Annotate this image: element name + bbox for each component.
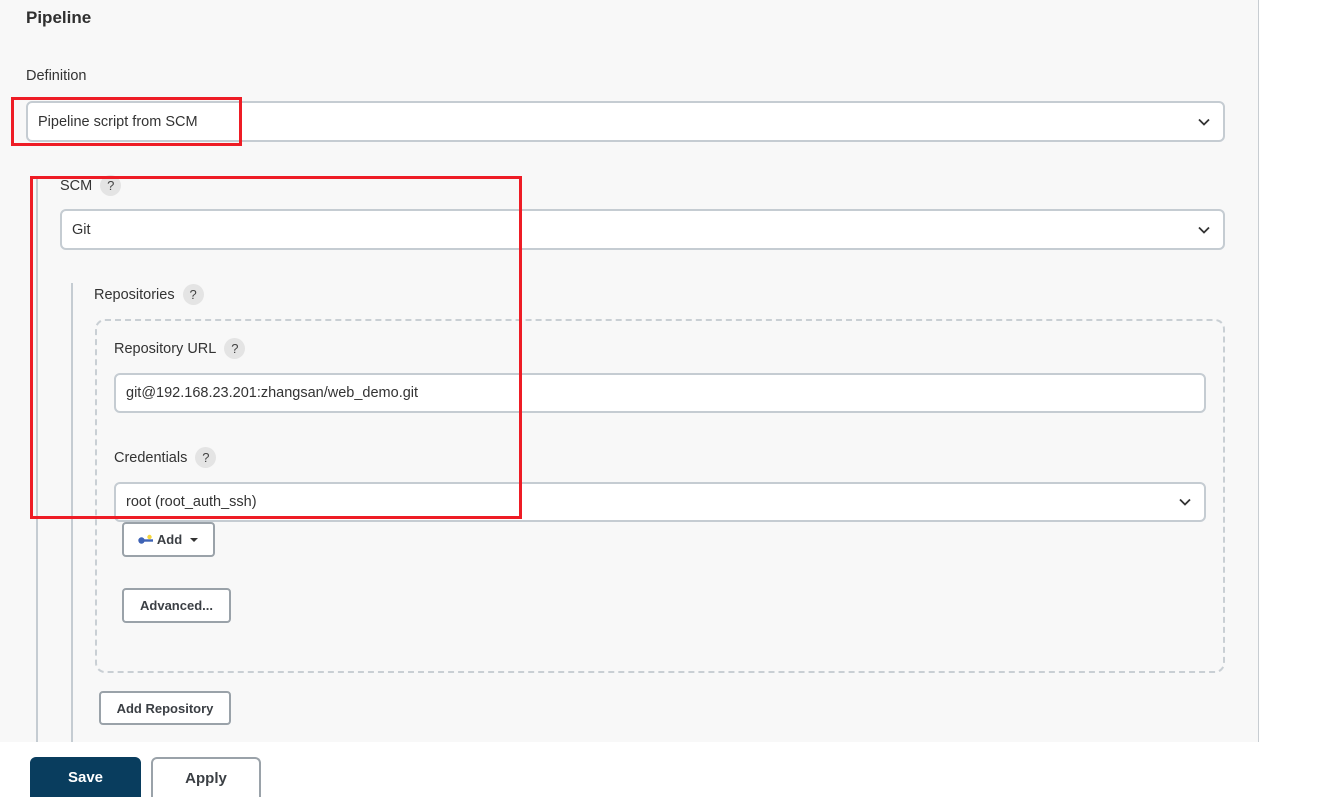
advanced-label: Advanced...	[140, 598, 213, 613]
chevron-down-icon	[1198, 118, 1210, 126]
definition-selected-value: Pipeline script from SCM	[38, 113, 198, 130]
chevron-down-icon	[1179, 498, 1191, 506]
apply-label: Apply	[185, 769, 227, 787]
repository-url-input[interactable]: git@192.168.23.201:zhangsan/web_demo.git	[114, 373, 1206, 413]
scm-help-icon[interactable]: ?	[100, 175, 122, 196]
repository-url-help-icon[interactable]: ?	[224, 338, 246, 359]
key-icon	[138, 534, 153, 544]
repository-url-value: git@192.168.23.201:zhangsan/web_demo.git	[126, 385, 419, 401]
repositories-label: Repositories ?	[94, 284, 204, 305]
advanced-button[interactable]: Advanced...	[122, 588, 231, 623]
add-credentials-button[interactable]: Add	[122, 522, 215, 557]
credentials-label-text: Credentials	[114, 449, 188, 466]
scm-selected-value: Git	[72, 221, 91, 238]
credentials-label: Credentials ?	[114, 447, 217, 468]
save-label: Save	[67, 768, 104, 786]
repository-url-label: Repository URL ?	[114, 338, 246, 359]
scm-label: SCM ?	[60, 175, 122, 196]
pipeline-config-panel: Pipeline Definition Pipeline script from…	[0, 0, 1259, 742]
credentials-selected-value: root (root_auth_ssh)	[126, 494, 257, 510]
definition-select[interactable]: Pipeline script from SCM	[26, 101, 1225, 142]
credentials-select[interactable]: root (root_auth_ssh)	[114, 482, 1206, 522]
repositories-label-text: Repositories	[94, 286, 175, 303]
scm-label-text: SCM	[60, 177, 93, 194]
scm-nesting-line	[36, 176, 38, 742]
add-credentials-label: Add	[156, 532, 183, 547]
repositories-help-icon[interactable]: ?	[182, 284, 204, 305]
section-title: Pipeline	[26, 8, 92, 27]
repository-url-label-text: Repository URL	[114, 340, 217, 357]
caret-down-icon	[190, 537, 199, 542]
save-button[interactable]: Save	[30, 757, 141, 797]
definition-label: Definition	[26, 68, 86, 84]
apply-button[interactable]: Apply	[151, 757, 261, 797]
chevron-down-icon	[1198, 226, 1210, 234]
scm-select[interactable]: Git	[60, 209, 1225, 250]
add-repository-label: Add Repository	[116, 700, 214, 716]
repositories-nesting-line	[71, 283, 73, 742]
add-repository-button[interactable]: Add Repository	[99, 691, 231, 725]
credentials-help-icon[interactable]: ?	[195, 447, 217, 468]
definition-label-text: Definition	[26, 68, 87, 84]
